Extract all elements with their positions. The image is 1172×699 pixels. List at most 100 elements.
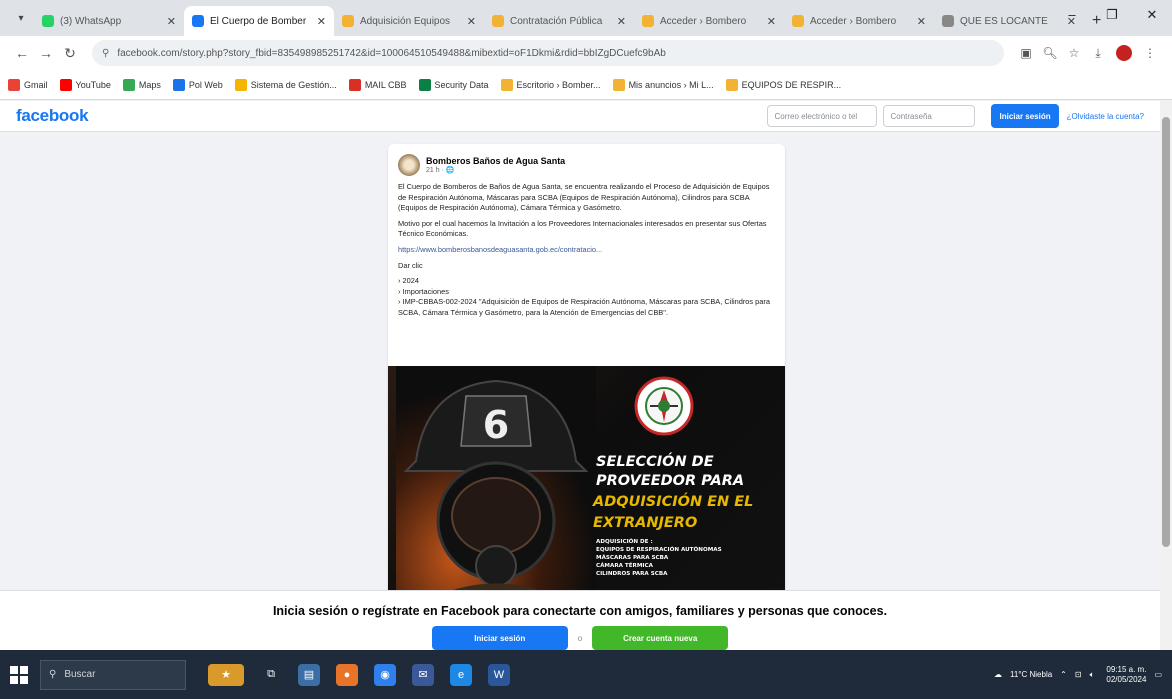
network-icon[interactable]: ⊡ [1075, 670, 1082, 679]
address-bar[interactable]: ⚲ facebook.com/story.php?story_fbid=8354… [92, 40, 1004, 66]
email-field[interactable]: Correo electrónico o tel [767, 105, 878, 127]
bookmark-favicon-icon [172, 78, 185, 91]
menu-icon[interactable]: ⋮ [1138, 46, 1162, 60]
bookmark-favicon-icon [500, 78, 513, 91]
edge-icon[interactable]: e [450, 663, 472, 686]
bookmark-favicon-icon [418, 78, 431, 91]
bookmark-item[interactable]: EQUIPOS DE RESPIR... [725, 78, 841, 91]
bookmark-favicon-icon [612, 78, 625, 91]
post-header: Bomberos Baños de Agua Santa 21 h · 🌐 [388, 144, 785, 182]
tab-close-icon[interactable]: ✕ [617, 15, 626, 28]
bookmark-item[interactable]: Pol Web [172, 78, 223, 91]
taskbar-search[interactable]: ⚲ Buscar [40, 659, 186, 690]
image-item: MÁSCARAS PARA SCBA [596, 555, 669, 561]
forgot-account-link[interactable]: ¿Olvidaste la cuenta? [1067, 112, 1144, 121]
scroll-thumb[interactable] [1162, 117, 1170, 547]
tab-title: Acceder › Bombero [810, 15, 897, 27]
bookmark-label: Mis anuncios › Mi L... [628, 79, 714, 90]
site-info-icon[interactable]: ⚲ [102, 48, 109, 59]
browser-tab[interactable]: Acceder › Bombero ✕ [634, 6, 784, 36]
screenshot-icon[interactable]: ▣ [1014, 46, 1038, 60]
search-icon: ⚲ [49, 669, 57, 680]
system-tray: ☁ 11°C Niebla ⌃ ⊡ 🔈︎ 09:15 a. m. 02/05/2… [986, 665, 1162, 685]
bookmark-item[interactable]: Gmail [8, 78, 48, 91]
browser-tab[interactable]: Acceder › Bombero ✕ [784, 6, 934, 36]
bookmark-item[interactable]: Escritorio › Bomber... [500, 78, 601, 91]
facebook-header: facebook Correo electrónico o tel Contra… [0, 101, 1160, 132]
firefighter-helmet-image: 6 [396, 366, 596, 604]
tab-close-icon[interactable]: ✕ [167, 15, 176, 28]
mail-icon[interactable]: ✉ [412, 663, 434, 686]
word-icon[interactable]: W [488, 663, 510, 686]
maximize-button[interactable]: ❐ [1092, 0, 1132, 30]
windows-start-icon[interactable] [10, 665, 28, 684]
browser-tab[interactable]: (3) WhatsApp ✕ [34, 6, 184, 36]
bookmark-label: YouTube [75, 79, 111, 90]
bookmark-item[interactable]: Mis anuncios › Mi L... [612, 78, 714, 91]
tray-chevron-icon[interactable]: ⌃ [1060, 670, 1067, 679]
tab-favicon-icon [792, 15, 804, 27]
file-explorer-icon[interactable]: ▤ [298, 663, 320, 686]
tab-title: QUE ES LOCANTE [960, 15, 1048, 27]
browser-toolbar: ← → ↻ ⚲ facebook.com/story.php?story_fbi… [0, 36, 1172, 70]
image-title: SELECCIÓN DE PROVEEDOR PARA [596, 454, 745, 489]
tab-close-icon[interactable]: ✕ [467, 15, 476, 28]
browser-tab[interactable]: Adquisición Equipos ✕ [334, 6, 484, 36]
image-item-heading: ADQUISICIÓN DE : [596, 539, 653, 545]
download-icon[interactable]: ⤓ [1086, 46, 1110, 61]
image-item: CILINDROS PARA SCBA [596, 571, 668, 577]
post-meta[interactable]: 21 h · 🌐 [426, 166, 565, 174]
zoom-icon[interactable]: 🔍︎ [1038, 46, 1062, 60]
bookmark-label: Pol Web [188, 79, 223, 90]
banner-login-button[interactable]: Iniciar sesión [431, 626, 568, 650]
reload-button[interactable]: ↻ [58, 45, 82, 62]
browser-tabbar: ▾ (3) WhatsApp ✕ El Cuerpo de Bomber ✕ Adqui… [0, 0, 1172, 36]
tab-favicon-icon [342, 15, 354, 27]
tab-search-button[interactable]: ▾ [8, 5, 34, 31]
volume-icon[interactable]: 🔈︎ [1090, 670, 1095, 680]
post-author[interactable]: Bomberos Baños de Agua Santa [426, 156, 565, 166]
fire-department-seal-icon [634, 376, 694, 436]
profile-avatar[interactable] [1116, 45, 1132, 61]
post-image[interactable]: 6 SELECCIÓN DE PROVEEDOR PARA ADQUISICIÓ… [388, 366, 785, 604]
chrome-icon[interactable]: ◉ [374, 663, 396, 686]
bookmark-label: Maps [138, 79, 161, 90]
create-account-button[interactable]: Crear cuenta nueva [592, 626, 729, 650]
tab-favicon-icon [192, 15, 204, 27]
back-button[interactable]: ← [10, 45, 34, 61]
tab-close-icon[interactable]: ✕ [767, 15, 776, 28]
tab-close-icon[interactable]: ✕ [917, 15, 926, 28]
bookmark-item[interactable]: Security Data [418, 78, 489, 91]
task-view-icon[interactable]: ⧉ [260, 664, 282, 686]
tab-title: Acceder › Bombero [660, 15, 747, 27]
windows-taskbar: ⚲ Buscar ★ ⧉ ▤ ● ◉ ✉ e W ☁ 11°C Niebla ⌃… [0, 650, 1172, 699]
close-window-button[interactable]: ✕ [1132, 0, 1172, 30]
notification-icon[interactable]: ▭ [1154, 670, 1162, 679]
page-scrollbar[interactable] [1160, 101, 1172, 650]
browser-tab[interactable]: El Cuerpo de Bomber ✕ [184, 6, 334, 36]
weather-icon[interactable]: ☁ [994, 670, 1002, 679]
bookmark-label: Sistema de Gestión... [250, 79, 337, 90]
bookmark-star-icon[interactable]: ☆ [1062, 46, 1086, 60]
facebook-logo[interactable]: facebook [16, 106, 89, 126]
clock-date: 02/05/2024 [1106, 674, 1147, 684]
page-avatar[interactable] [398, 154, 420, 176]
news-widget-icon[interactable]: ★ [208, 663, 244, 686]
header-login-button[interactable]: Iniciar sesión [991, 104, 1059, 128]
taskbar-clock[interactable]: 09:15 a. m. 02/05/2024 [1106, 665, 1146, 685]
minimize-button[interactable]: – [1052, 0, 1092, 30]
weather-text[interactable]: 11°C Niebla [1010, 670, 1052, 679]
password-field[interactable]: Contraseña [883, 105, 976, 127]
bookmark-item[interactable]: YouTube [59, 78, 111, 91]
bookmark-label: Gmail [24, 79, 48, 90]
bookmark-item[interactable]: Sistema de Gestión... [234, 78, 337, 91]
bookmark-item[interactable]: MAIL CBB [348, 78, 407, 91]
header-login-form: Correo electrónico o tel Contraseña Inic… [767, 104, 1144, 128]
forward-button[interactable]: → [34, 45, 58, 61]
bookmark-item[interactable]: Maps [122, 78, 161, 91]
browser-tab[interactable]: Contratación Pública ✕ [484, 6, 634, 36]
tab-close-icon[interactable]: ✕ [317, 15, 326, 28]
post-link[interactable]: https://www.bomberosbanosdeaguasanta.gob… [398, 245, 775, 256]
window-controls: – ❐ ✕ [1052, 0, 1172, 30]
firefox-icon[interactable]: ● [336, 663, 358, 686]
